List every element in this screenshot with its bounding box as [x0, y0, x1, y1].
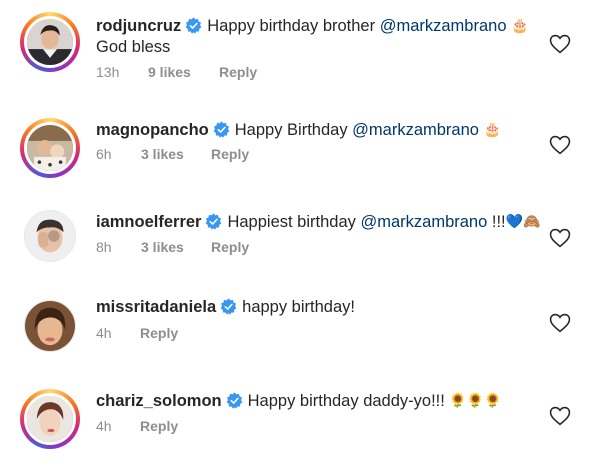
- timestamp: 6h: [96, 146, 112, 162]
- verified-badge-icon: [220, 298, 237, 315]
- heart-outline-icon[interactable]: [549, 135, 571, 155]
- comment-body: happy birthday!: [242, 298, 355, 316]
- mention-link[interactable]: @markzambrano: [380, 17, 507, 35]
- reply-button[interactable]: Reply: [140, 418, 178, 434]
- avatar-wrapper[interactable]: [20, 296, 80, 356]
- timestamp: 8h: [96, 239, 112, 255]
- reply-button[interactable]: Reply: [140, 325, 178, 341]
- comment-body: Happiest birthday: [227, 213, 356, 231]
- likes-count[interactable]: 3 likes: [141, 146, 211, 162]
- avatar-wrapper[interactable]: [20, 206, 80, 266]
- emoji: 🎂: [511, 17, 529, 33]
- emoji: 🎂: [483, 121, 501, 137]
- reply-button[interactable]: Reply: [219, 64, 257, 80]
- mention-link[interactable]: @markzambrano: [360, 213, 487, 231]
- verified-badge-icon: [205, 213, 222, 230]
- heart-outline-icon[interactable]: [549, 228, 571, 248]
- avatar: [24, 122, 76, 174]
- emoji: 💙🙈: [505, 213, 541, 229]
- comment-meta: 4h Reply: [96, 418, 178, 434]
- reply-button[interactable]: Reply: [211, 239, 249, 255]
- verified-badge-icon: [185, 17, 202, 34]
- comment-body-2: God bless: [96, 38, 171, 56]
- username[interactable]: rodjuncruz: [96, 17, 181, 35]
- comment-meta: 6h 3 likes Reply: [96, 146, 249, 162]
- comment-text: iamnoelferrer Happiest birthday @markzamb…: [96, 210, 541, 233]
- verified-badge-icon: [226, 392, 243, 409]
- comment-text: chariz_solomon Happy birthday daddy-yo!!!…: [96, 389, 502, 412]
- emoji: 🌻🌻🌻: [449, 392, 502, 408]
- mention-link[interactable]: @markzambrano: [352, 121, 479, 139]
- heart-outline-icon[interactable]: [549, 34, 571, 54]
- story-ring[interactable]: [20, 12, 80, 72]
- username[interactable]: iamnoelferrer: [96, 213, 201, 231]
- comment-text: missritadaniela happy birthday!: [96, 296, 355, 318]
- comment-meta: 8h 3 likes Reply: [96, 239, 249, 255]
- story-ring[interactable]: [20, 389, 80, 449]
- avatar: [24, 393, 76, 445]
- comment-text-line2: God bless: [96, 36, 170, 58]
- avatar: [24, 300, 76, 352]
- verified-badge-icon: [213, 121, 230, 138]
- comment-text: rodjuncruz Happy birthday brother @markza…: [96, 14, 529, 37]
- story-ring[interactable]: [20, 118, 80, 178]
- avatar: [24, 16, 76, 68]
- username[interactable]: chariz_solomon: [96, 392, 222, 410]
- comment-meta: 13h 9 likes Reply: [96, 64, 257, 80]
- timestamp: 13h: [96, 64, 120, 80]
- comment-meta: 4h Reply: [96, 325, 178, 341]
- comment-text: magnopancho Happy Birthday @markzambrano …: [96, 118, 501, 141]
- timestamp: 4h: [96, 418, 112, 434]
- likes-count[interactable]: 9 likes: [148, 64, 219, 80]
- heart-outline-icon[interactable]: [549, 406, 571, 426]
- comment-body: Happy birthday daddy-yo!!!: [247, 392, 445, 410]
- comment-body: Happy birthday brother: [207, 17, 376, 35]
- timestamp: 4h: [96, 325, 112, 341]
- username[interactable]: magnopancho: [96, 121, 209, 139]
- likes-count[interactable]: 3 likes: [141, 239, 211, 255]
- comment-trailing: !!!: [491, 213, 506, 231]
- avatar: [24, 210, 76, 262]
- heart-outline-icon[interactable]: [549, 313, 571, 333]
- comment-body: Happy Birthday: [234, 121, 348, 139]
- username[interactable]: missritadaniela: [96, 298, 216, 316]
- reply-button[interactable]: Reply: [211, 146, 249, 162]
